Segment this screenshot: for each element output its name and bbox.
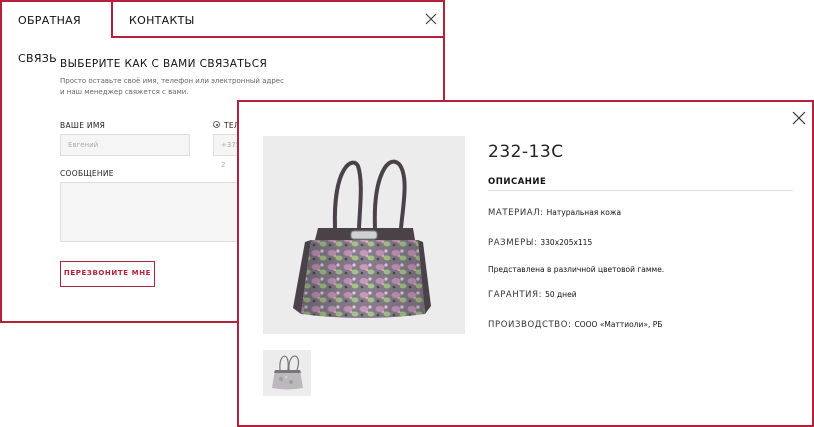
phone-radio[interactable] bbox=[213, 121, 220, 128]
form-description: Просто оставьте своё имя, телефон или эл… bbox=[60, 77, 284, 96]
message-label: СООБЩЕНИЕ bbox=[60, 169, 114, 178]
form-title: ВЫБЕРИТЕ КАК С ВАМИ СВЯЗАТЬСЯ bbox=[60, 58, 268, 70]
name-input[interactable]: Евгений bbox=[60, 134, 190, 156]
product-title: 232-13С bbox=[488, 142, 564, 162]
spec-warranty: ГАРАНТИЯ: 50 дней bbox=[488, 290, 577, 300]
divider bbox=[488, 190, 793, 191]
message-textarea[interactable] bbox=[60, 182, 250, 242]
name-label: ВАШЕ ИМЯ bbox=[60, 121, 106, 130]
description-heading: ОПИСАНИЕ bbox=[488, 177, 547, 187]
spec-material: МАТЕРИАЛ: Натуральная кожа bbox=[488, 208, 622, 218]
spec-size: РАЗМЕРЫ: 330x205x115 bbox=[488, 238, 593, 248]
spec-maker: ПРОИЗВОДСТВО: СООО «Маттиоли», РБ bbox=[488, 320, 663, 330]
product-modal: 232-13С ОПИСАНИЕ МАТЕРИАЛ: Натуральная ко… bbox=[237, 100, 814, 427]
callback-button[interactable]: ПЕРЕЗВОНИТЕ МНЕ bbox=[60, 261, 155, 287]
handbag-thumbnail[interactable] bbox=[263, 350, 311, 396]
tab-contacts[interactable]: КОНТАКТЫ bbox=[113, 2, 445, 38]
spec-note: Представлена в различной цветовой гамме. bbox=[488, 265, 665, 274]
tab-feedback[interactable]: ОБРАТНАЯ СВЯЗЬ bbox=[2, 2, 113, 65]
close-icon[interactable] bbox=[425, 13, 437, 25]
handbag-image bbox=[263, 136, 465, 334]
close-icon[interactable] bbox=[792, 111, 806, 125]
contact-tabs: ОБРАТНАЯ СВЯЗЬ КОНТАКТЫ bbox=[2, 2, 445, 65]
